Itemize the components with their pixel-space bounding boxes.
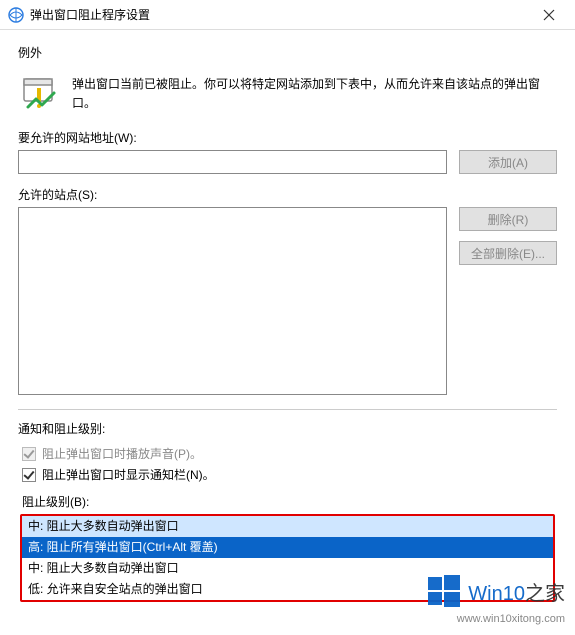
block-level-label: 阻止级别(B): (22, 493, 557, 510)
windows-logo-icon (426, 573, 462, 609)
watermark-url: www.win10xitong.com (457, 613, 565, 625)
title-bar: 弹出窗口阻止程序设置 (0, 0, 575, 30)
allowed-url-input[interactable] (18, 150, 447, 174)
window-body: 例外 弹出窗口当前已被阻止。你可以将特定网站添加到下表中，从而允许来自该站点的弹… (0, 30, 575, 630)
show-bar-checkbox-row: 阻止弹出窗口时显示通知栏(N)。 (22, 466, 557, 483)
add-button[interactable]: 添加(A) (459, 150, 557, 174)
play-sound-checkbox[interactable] (22, 447, 36, 461)
popup-allowed-icon (20, 73, 64, 117)
remove-all-button[interactable]: 全部删除(E)... (459, 241, 557, 265)
show-notification-bar-label: 阻止弹出窗口时显示通知栏(N)。 (42, 466, 215, 483)
sites-list-label: 允许的站点(S): (18, 186, 557, 203)
exceptions-desc-text: 弹出窗口当前已被阻止。你可以将特定网站添加到下表中，从而允许来自该站点的弹出窗口… (72, 73, 557, 113)
app-icon (8, 7, 24, 23)
window-title: 弹出窗口阻止程序设置 (30, 6, 529, 23)
watermark-logo-block: Win10之家 (426, 573, 565, 609)
play-sound-label: 阻止弹出窗口时播放声音(P)。 (42, 445, 202, 462)
exceptions-group-label: 例外 (18, 44, 557, 61)
remove-button[interactable]: 删除(R) (459, 207, 557, 231)
url-field-label: 要允许的网站地址(W): (18, 129, 557, 146)
exceptions-group: 例外 弹出窗口当前已被阻止。你可以将特定网站添加到下表中，从而允许来自该站点的弹… (18, 44, 557, 395)
exceptions-desc-row: 弹出窗口当前已被阻止。你可以将特定网站添加到下表中，从而允许来自该站点的弹出窗口… (18, 69, 557, 129)
watermark-text: Win10之家 (468, 577, 565, 606)
close-button[interactable] (529, 1, 569, 29)
watermark-text-blue: Win10 (468, 583, 525, 605)
sites-row: 删除(R) 全部删除(E)... (18, 207, 557, 395)
play-sound-checkbox-row: 阻止弹出窗口时播放声音(P)。 (22, 445, 557, 462)
allowed-sites-listbox[interactable] (18, 207, 447, 395)
level-option-high[interactable]: 高: 阻止所有弹出窗口(Ctrl+Alt 覆盖) (22, 537, 553, 558)
separator (18, 409, 557, 410)
level-option-current[interactable]: 中: 阻止大多数自动弹出窗口 (22, 516, 553, 537)
watermark-text-home: 之家 (525, 583, 565, 605)
show-notification-bar-checkbox[interactable] (22, 468, 36, 482)
notify-group-label: 通知和阻止级别: (18, 420, 557, 437)
url-input-row: 添加(A) (18, 150, 557, 174)
sites-buttons-col: 删除(R) 全部删除(E)... (459, 207, 557, 395)
